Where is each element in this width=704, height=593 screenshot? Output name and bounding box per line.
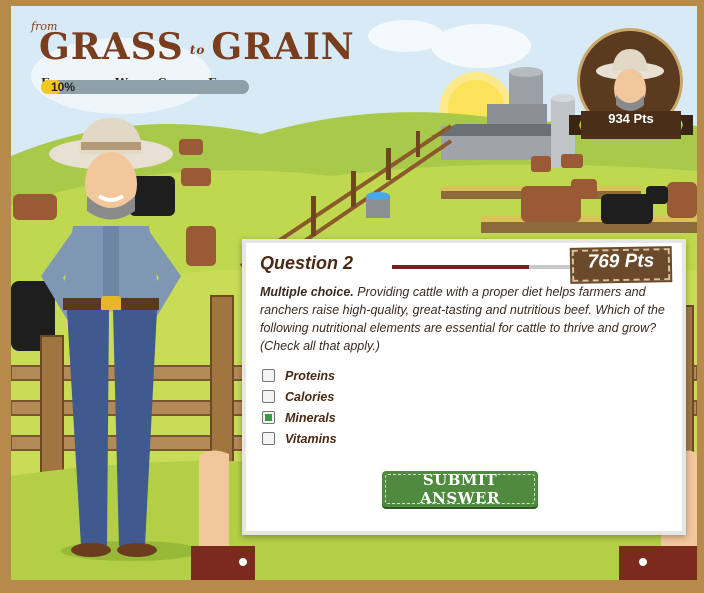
- submit-answer-label: SUBMIT ANSWER: [420, 471, 500, 507]
- logo-title-right: GRAIN: [211, 26, 355, 68]
- game-progress-bar: 10%: [41, 80, 249, 94]
- question-card: Question 2 769 Pts Multiple choice. Prov…: [242, 239, 686, 535]
- option-label: Proteins: [285, 368, 336, 383]
- checkbox[interactable]: [262, 390, 275, 403]
- option-proteins[interactable]: Proteins: [262, 365, 337, 386]
- farm-scene: from GRASStoGRAIN Exploring What Cattle …: [11, 6, 697, 580]
- checkbox[interactable]: [262, 432, 275, 445]
- game-frame: from GRASStoGRAIN Exploring What Cattle …: [0, 0, 704, 593]
- game-progress-label: 10%: [51, 80, 76, 94]
- checkbox[interactable]: [262, 369, 275, 382]
- logo-title: GRASS to GRAIN: [39, 26, 355, 68]
- question-timer-fill: [392, 265, 529, 269]
- player-points: 934 Pts: [608, 111, 654, 126]
- question-type: Multiple choice.: [260, 285, 354, 299]
- submit-answer-button[interactable]: SUBMIT ANSWER: [382, 471, 538, 507]
- logo-title-left: GRASS: [39, 26, 184, 68]
- question-points-badge: 769 Pts: [569, 246, 673, 284]
- logo-title-to: to: [189, 43, 206, 57]
- option-label: Minerals: [285, 410, 336, 425]
- question-text: Multiple choice. Providing cattle with a…: [260, 283, 668, 355]
- option-minerals[interactable]: Minerals: [262, 407, 337, 428]
- question-timer-bar: [392, 265, 572, 269]
- question-points: 769 Pts: [587, 250, 655, 273]
- checkbox[interactable]: [262, 411, 275, 424]
- option-calories[interactable]: Calories: [262, 386, 337, 407]
- question-title: Question 2: [260, 253, 354, 273]
- answer-options: Proteins Calories Minerals Vitamins: [262, 365, 337, 449]
- option-label: Vitamins: [285, 431, 337, 446]
- option-vitamins[interactable]: Vitamins: [262, 428, 337, 449]
- option-label: Calories: [285, 389, 335, 404]
